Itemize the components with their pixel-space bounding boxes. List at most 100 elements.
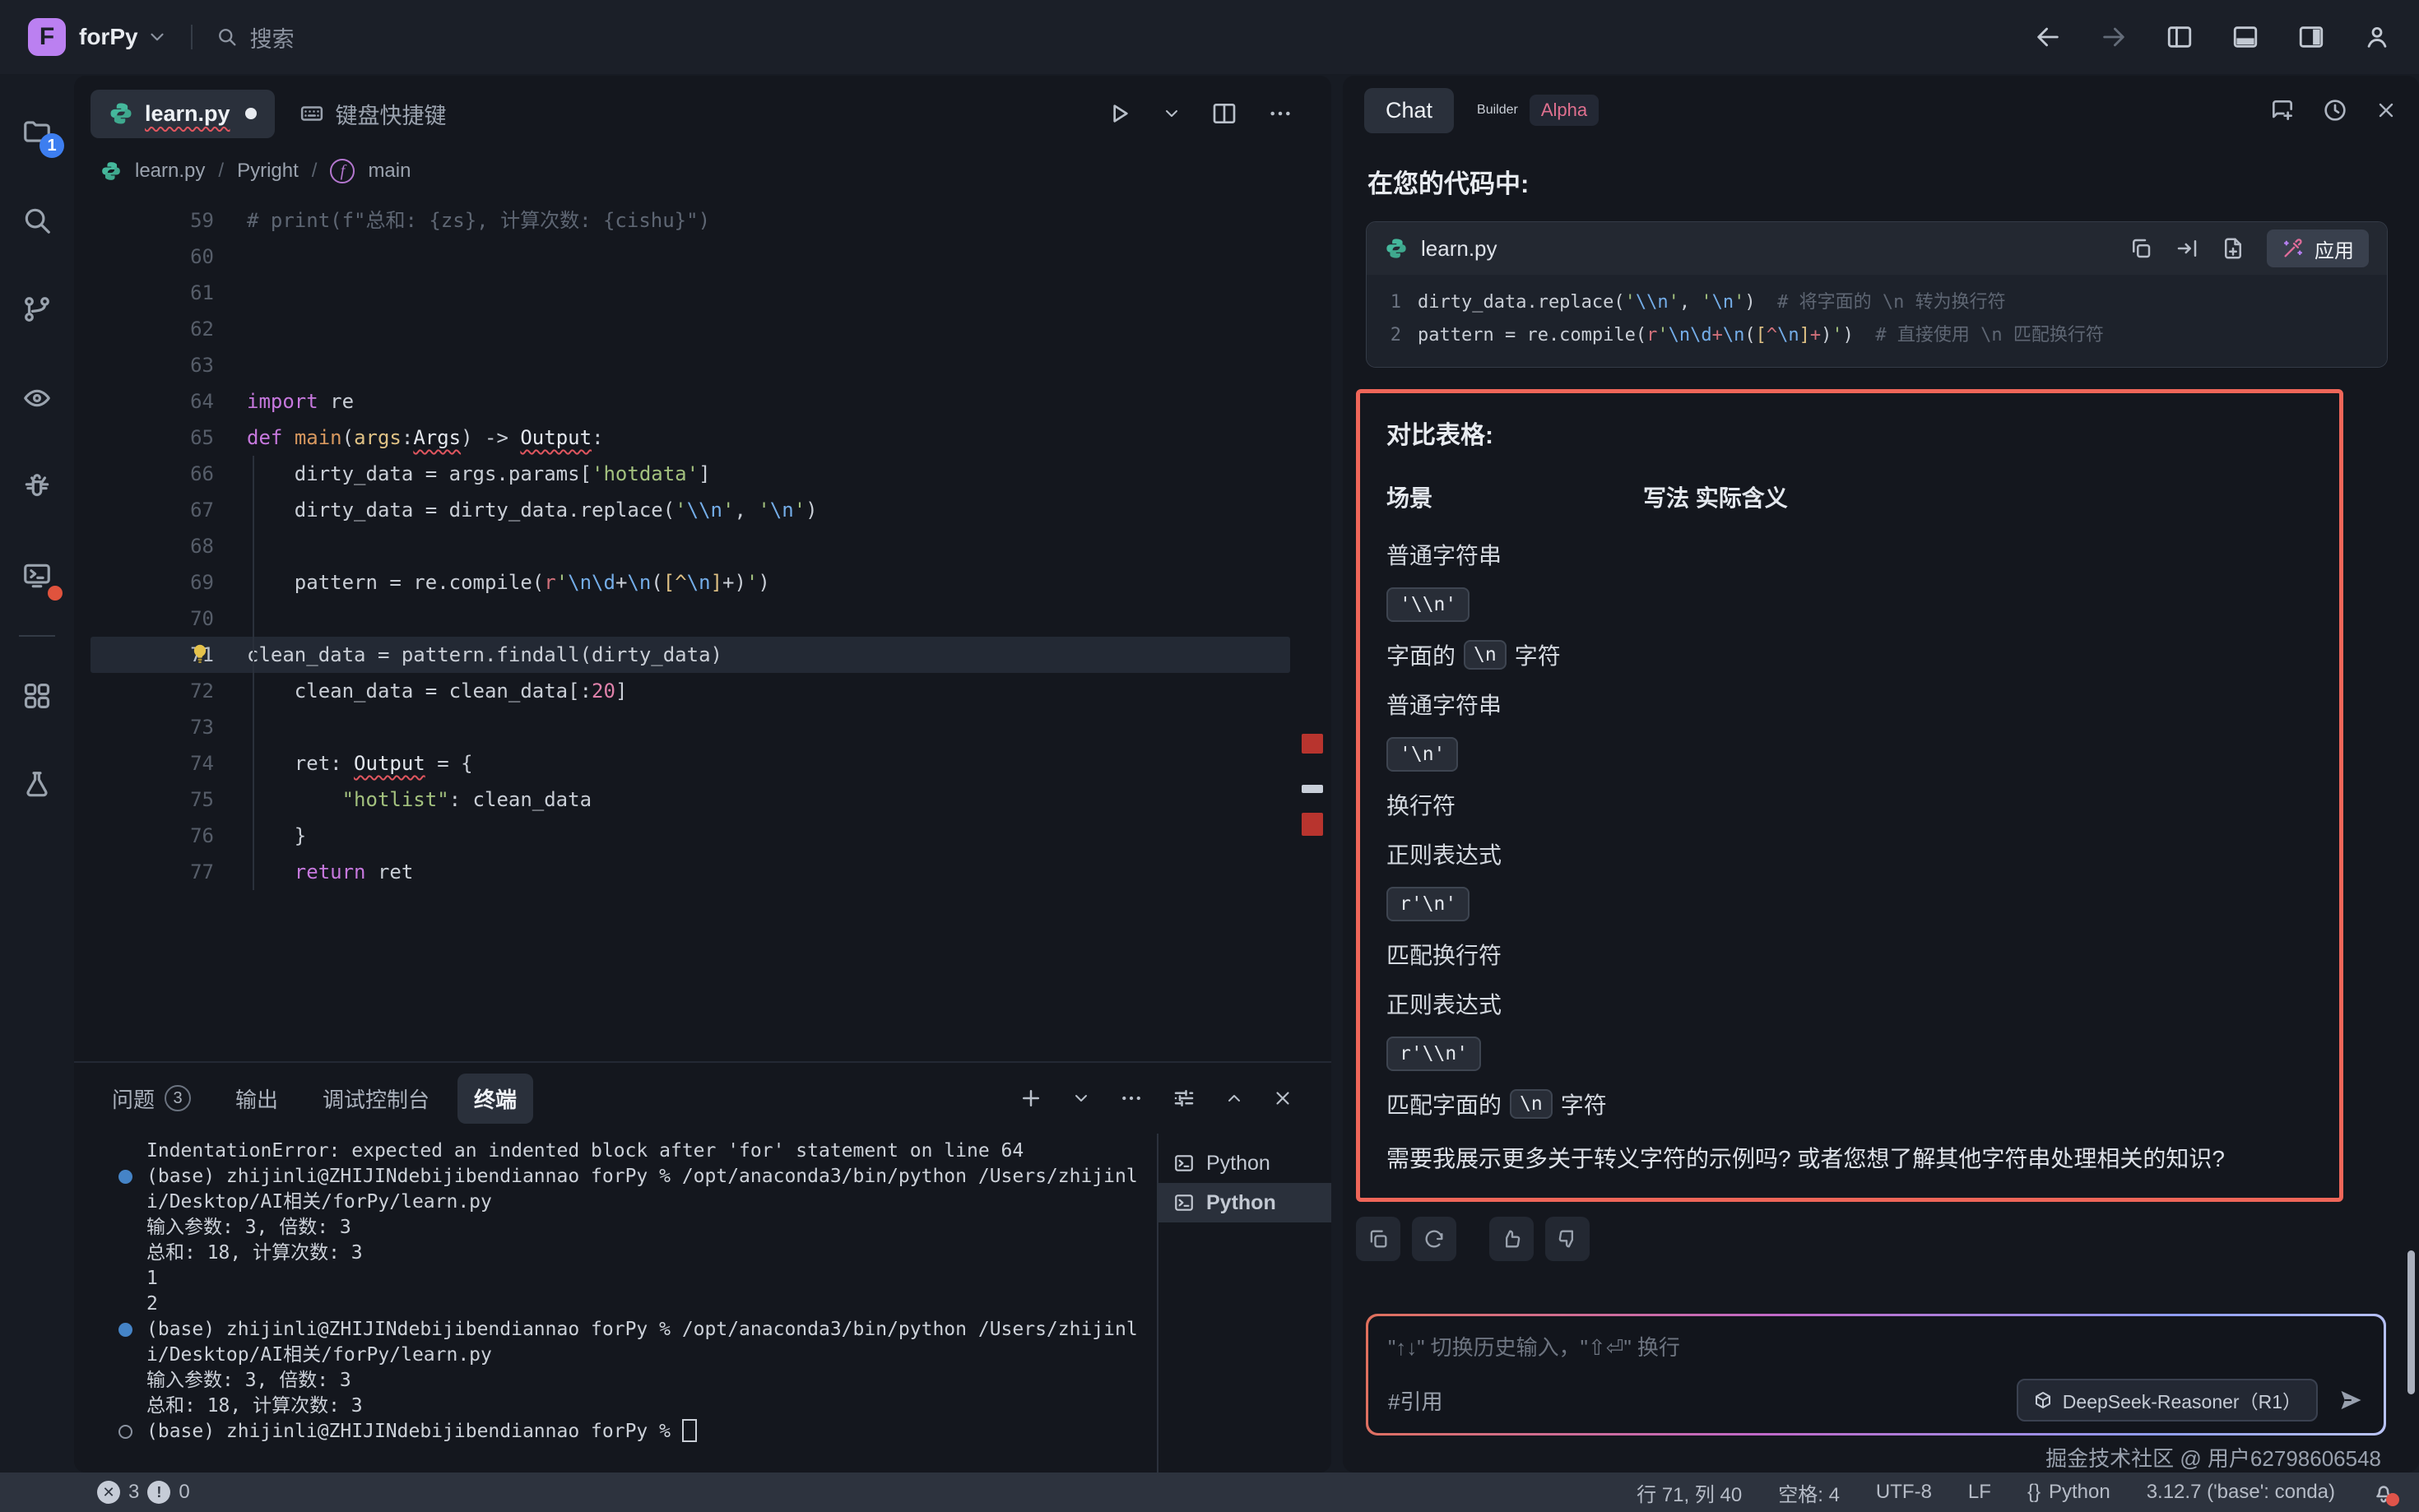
code-line[interactable]: 68 [91, 528, 1290, 564]
breadcrumb-lsp[interactable]: Pyright [237, 160, 299, 183]
test-flask-icon[interactable] [0, 740, 74, 829]
eye-icon[interactable] [0, 354, 74, 443]
panel-tab-debug-console[interactable]: 调试控制台 [306, 1074, 446, 1124]
chevron-down-icon[interactable] [146, 26, 168, 48]
code-line[interactable]: 72 clean_data = clean_data[:20] [91, 673, 1290, 709]
code-line[interactable]: 69 pattern = re.compile(r'\n\d+\n([^\n]+… [91, 564, 1290, 601]
panel-tab-terminal[interactable]: 终端 [457, 1074, 533, 1124]
code-line[interactable]: 63 [91, 347, 1290, 383]
back-icon[interactable] [2034, 23, 2062, 51]
cursor-position[interactable]: 行 71, 列 40 [1637, 1478, 1742, 1507]
code-line[interactable]: 67 dirty_data = dirty_data.replace('\\n'… [91, 492, 1290, 528]
thumbs-down-icon[interactable] [1545, 1217, 1590, 1261]
code-token: ) [1744, 286, 1755, 319]
account-icon[interactable] [2363, 23, 2391, 51]
title-bar: F forPy 搜索 [0, 0, 2419, 74]
thumbs-up-icon[interactable] [1489, 1217, 1534, 1261]
breadcrumb[interactable]: learn.py / Pyright / f main [74, 151, 1331, 191]
history-icon[interactable] [2322, 97, 2348, 123]
code-token: 'hotdata' [592, 462, 699, 485]
tab-keyboard-shortcuts[interactable]: 键盘快捷键 [281, 86, 465, 141]
lightbulb-icon[interactable] [188, 642, 212, 666]
code-line[interactable]: 75 "hotlist": clean_data [91, 782, 1290, 818]
python-interpreter[interactable]: 3.12.7 ('base': conda) [2147, 1481, 2335, 1504]
new-file-icon[interactable] [2221, 236, 2245, 261]
code-line[interactable]: 76 } [91, 818, 1290, 854]
code-line[interactable]: 74 ret: Output = { [91, 745, 1290, 782]
tab-chat[interactable]: Chat [1364, 88, 1454, 133]
code-token: + [1712, 319, 1723, 352]
problems-summary[interactable]: ✕ 3 ! 0 [97, 1481, 190, 1504]
code-token: , [734, 499, 758, 522]
terminal-output[interactable]: IndentationError: expected an indented b… [74, 1134, 1157, 1473]
maximize-panel-icon[interactable] [1224, 1088, 1244, 1108]
code-line[interactable]: 60 [91, 239, 1290, 275]
new-terminal-icon[interactable] [1019, 1086, 1043, 1111]
send-icon[interactable] [2338, 1387, 2364, 1413]
debug-icon[interactable] [0, 443, 74, 531]
panel-tab-output[interactable]: 输出 [219, 1074, 295, 1124]
panel-tab-problems[interactable]: 问题 3 [95, 1074, 207, 1124]
braces-icon: {} [2027, 1481, 2041, 1504]
regenerate-icon[interactable] [1412, 1217, 1456, 1261]
terminal-list-item[interactable]: Python [1158, 1183, 1331, 1222]
model-cube-icon [2033, 1390, 2053, 1410]
forward-icon[interactable] [2100, 23, 2128, 51]
toggle-right-dock-icon[interactable] [2297, 23, 2325, 51]
copy-icon[interactable] [2129, 236, 2153, 261]
code-line[interactable]: 64import re [91, 383, 1290, 420]
apply-button[interactable]: 应用 [2267, 230, 2369, 267]
chat-input[interactable]: "↑↓" 切换历史输入，"⇧⏎" 换行 #引用 DeepSeek-Reasone… [1368, 1316, 2384, 1433]
code-line[interactable]: 62 [91, 311, 1290, 347]
toggle-bottom-dock-icon[interactable] [2231, 23, 2259, 51]
eol[interactable]: LF [1968, 1481, 1991, 1504]
code-line[interactable]: 66 dirty_data = args.params['hotdata'] [91, 456, 1290, 492]
project-name[interactable]: forPy [79, 24, 138, 50]
code-line[interactable]: 77 return ret [91, 854, 1290, 890]
notifications-bell-icon[interactable] [2371, 1480, 2396, 1505]
code-line[interactable]: 71clean_data = pattern.findall(dirty_dat… [91, 637, 1290, 673]
model-selector[interactable]: DeepSeek-Reasoner（R1） [2017, 1379, 2318, 1422]
chat-messages[interactable]: 在您的代码中: learn.py [1343, 145, 2419, 1302]
code-line[interactable]: 61 [91, 275, 1290, 311]
close-panel-icon[interactable] [1272, 1088, 1293, 1109]
prompt-dot [118, 1190, 146, 1215]
panel-more-icon[interactable] [1119, 1086, 1144, 1111]
language-mode[interactable]: {} Python [2027, 1481, 2110, 1504]
terminal-list-item[interactable]: Python [1158, 1143, 1331, 1183]
new-chat-icon[interactable] [2269, 97, 2296, 123]
indentation[interactable]: 空格: 4 [1778, 1478, 1840, 1507]
prompt-dot [118, 1343, 146, 1368]
encoding[interactable]: UTF-8 [1876, 1481, 1932, 1504]
filter-icon[interactable] [1172, 1086, 1196, 1111]
more-actions-icon[interactable] [1267, 100, 1293, 127]
toggle-left-dock-icon[interactable] [2166, 23, 2194, 51]
explorer-icon[interactable]: 1 [0, 87, 74, 176]
remote-terminal-icon[interactable] [0, 531, 74, 620]
breadcrumb-symbol[interactable]: main [368, 160, 411, 183]
terminal-dropdown-icon[interactable] [1071, 1088, 1091, 1108]
app-logo[interactable]: F [28, 18, 66, 56]
code-line[interactable]: 70 [91, 601, 1290, 637]
search-label: 搜索 [250, 21, 295, 53]
tab-builder[interactable]: Builder Alpha [1477, 95, 1599, 126]
code-line[interactable]: 73 [91, 709, 1290, 745]
run-icon[interactable] [1106, 100, 1132, 127]
extensions-icon[interactable] [0, 652, 74, 740]
breadcrumb-file[interactable]: learn.py [135, 160, 205, 183]
chat-scrollbar[interactable] [2407, 1250, 2415, 1394]
indent-guide [253, 456, 254, 890]
split-editor-icon[interactable] [1211, 100, 1237, 127]
run-chevron-icon[interactable] [1162, 104, 1182, 123]
close-chat-icon[interactable] [2375, 99, 2398, 122]
copy-response-icon[interactable] [1356, 1217, 1400, 1261]
code-line[interactable]: 65def main(args:Args) -> Output: [91, 420, 1290, 456]
global-search[interactable]: 搜索 [216, 21, 295, 53]
reference-button[interactable]: #引用 [1388, 1385, 1442, 1416]
source-control-icon[interactable] [0, 265, 74, 354]
code-editor[interactable]: 59# print(f"总和: {zs}, 计算次数: {cishu}")606… [74, 191, 1331, 1061]
code-line[interactable]: 59# print(f"总和: {zs}, 计算次数: {cishu}") [91, 202, 1290, 239]
search-panel-icon[interactable] [0, 176, 74, 265]
insert-at-cursor-icon[interactable] [2175, 236, 2199, 261]
tab-learn-py[interactable]: learn.py [91, 90, 275, 138]
